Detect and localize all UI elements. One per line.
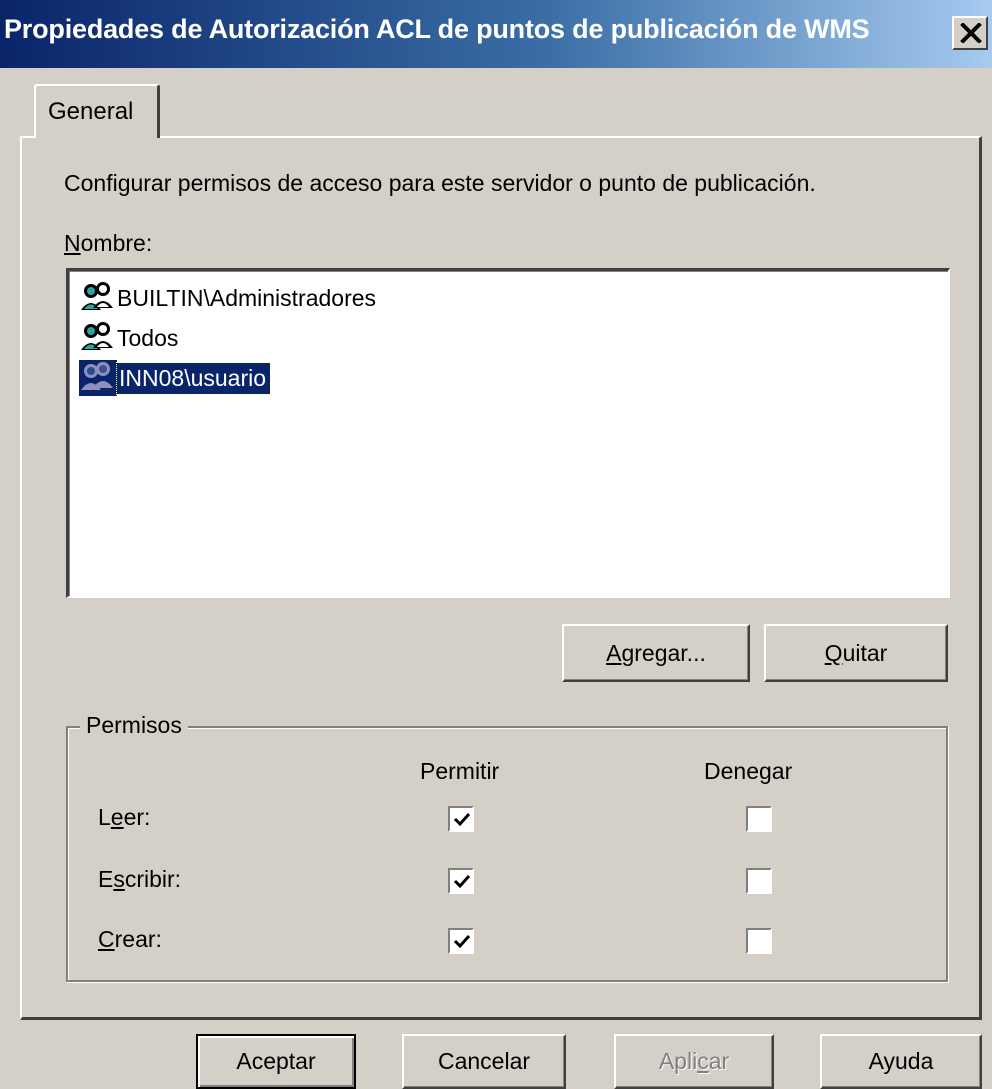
list-item-inn08-usuario[interactable]: INN08\usuario xyxy=(79,359,272,397)
tab-general[interactable]: General xyxy=(34,84,160,138)
window-title: Propiedades de Autorización ACL de punto… xyxy=(4,14,870,44)
permissions-groupbox xyxy=(66,726,948,982)
aceptar-button-label: Aceptar xyxy=(236,1048,316,1074)
checkbox-escribir-denegar[interactable] xyxy=(746,868,772,894)
tab-general-label: General xyxy=(48,98,134,125)
aplicar-button[interactable]: Aplicar xyxy=(614,1034,774,1089)
close-icon xyxy=(960,23,982,43)
user-group-icon xyxy=(81,322,113,350)
user-group-icon xyxy=(81,282,113,310)
close-button[interactable] xyxy=(952,16,988,50)
agregar-button[interactable]: Agregar... xyxy=(562,624,750,682)
column-header-denegar: Denegar xyxy=(704,758,793,784)
checkmark-icon xyxy=(453,812,471,827)
column-header-permitir: Permitir xyxy=(420,758,500,784)
quitar-button[interactable]: Quitar xyxy=(764,624,948,682)
checkmark-icon xyxy=(453,934,471,949)
title-bar[interactable]: Propiedades de Autorización ACL de punto… xyxy=(0,0,992,68)
list-item-label: INN08\usuario xyxy=(115,361,272,395)
permission-label-leer: Leer: xyxy=(98,804,151,830)
user-group-icon xyxy=(79,360,117,396)
list-item-todos[interactable]: Todos xyxy=(79,319,178,357)
checkbox-leer-permitir[interactable] xyxy=(448,806,474,832)
description-text: Configurar permisos de acceso para este … xyxy=(64,170,816,196)
checkmark-icon xyxy=(453,874,471,889)
checkbox-crear-permitir[interactable] xyxy=(448,928,474,954)
quitar-button-label: Quitar xyxy=(824,639,888,666)
list-item-label: BUILTIN\Administradores xyxy=(117,284,377,311)
cancelar-button[interactable]: Cancelar xyxy=(402,1034,566,1089)
permission-label-crear: Crear: xyxy=(98,926,162,952)
list-item-label: Todos xyxy=(117,324,179,351)
cancelar-button-label: Cancelar xyxy=(437,1048,531,1074)
list-item-builtin-administradores[interactable]: BUILTIN\Administradores xyxy=(79,279,376,317)
aceptar-button[interactable]: Aceptar xyxy=(196,1034,356,1089)
permissions-title: Permisos xyxy=(80,712,188,739)
nombre-label: Nombre: xyxy=(64,230,153,256)
ayuda-button[interactable]: Ayuda xyxy=(820,1034,982,1089)
ayuda-button-label: Ayuda xyxy=(868,1048,934,1074)
checkbox-crear-denegar[interactable] xyxy=(746,928,772,954)
permission-label-escribir: Escribir: xyxy=(98,866,182,892)
checkbox-escribir-permitir[interactable] xyxy=(448,868,474,894)
aplicar-button-label: Aplicar xyxy=(658,1048,730,1074)
agregar-button-label: Agregar... xyxy=(606,639,706,666)
checkbox-leer-denegar[interactable] xyxy=(746,806,772,832)
users-listbox[interactable]: BUILTIN\Administradores Todos INN08\usua… xyxy=(66,268,950,598)
